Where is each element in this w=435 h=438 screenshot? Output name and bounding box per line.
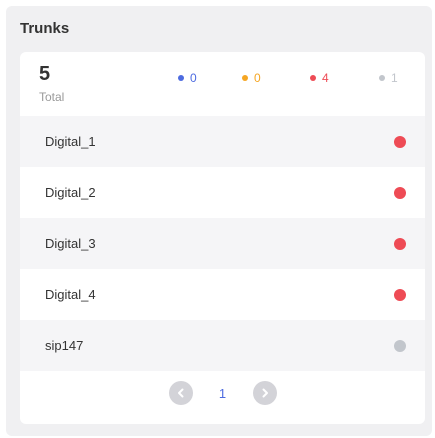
trunk-row-digital-3[interactable]: Digital_3 [20,218,425,269]
stat-orange: 0 [242,71,261,85]
status-dot-icon [394,135,406,148]
next-page-button[interactable] [252,381,277,405]
prev-page-button[interactable] [168,381,193,405]
status-dot-icon [394,339,406,352]
trunk-name: Digital_1 [45,134,96,149]
stat-gray-value: 1 [391,71,398,85]
gray-dot-icon [379,75,385,81]
total-label: Total [39,90,65,104]
trunk-row-digital-1[interactable]: Digital_1 [20,116,425,167]
stat-red-value: 4 [322,71,329,85]
trunks-card: 5 Total 0 0 4 1 Digital_1 Digital_2 Digi… [20,52,425,424]
pagination: 1 [20,379,425,407]
trunk-name: Digital_3 [45,236,96,251]
summary-bar: 5 Total 0 0 4 1 [20,52,425,104]
chevron-left-icon [177,388,183,398]
total-count: 5 [39,63,51,85]
trunk-list: Digital_1 Digital_2 Digital_3 Digital_4 … [20,116,425,371]
stat-gray: 1 [379,71,398,85]
stat-blue-value: 0 [190,71,197,85]
orange-dot-icon [242,75,248,81]
blue-dot-icon [178,75,184,81]
trunk-row-sip147[interactable]: sip147 [20,320,425,371]
panel-title: Trunks [20,20,70,37]
chevron-right-icon [262,388,268,398]
status-dot-icon [394,186,406,199]
trunk-name: sip147 [45,338,84,353]
trunk-name: Digital_2 [45,185,96,200]
stat-red: 4 [310,71,329,85]
stat-orange-value: 0 [254,71,261,85]
red-dot-icon [310,75,316,81]
trunk-name: Digital_4 [45,287,96,302]
trunk-row-digital-4[interactable]: Digital_4 [20,269,425,320]
stat-blue: 0 [178,71,197,85]
trunks-panel: Trunks 5 Total 0 0 4 1 Digital_1 Digital… [6,6,432,436]
current-page[interactable]: 1 [219,386,227,401]
status-dot-icon [394,237,406,250]
trunk-row-digital-2[interactable]: Digital_2 [20,167,425,218]
status-dot-icon [394,288,406,301]
